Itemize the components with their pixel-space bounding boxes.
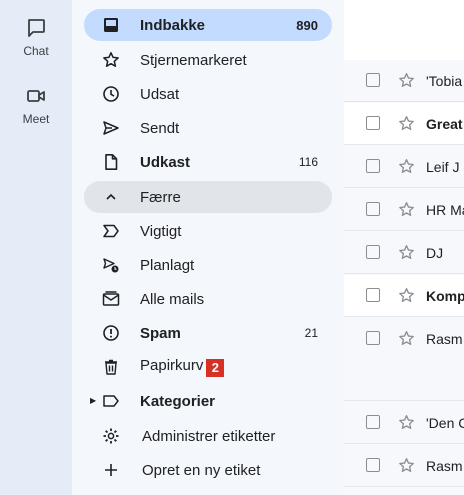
- nav-label: Spam: [140, 324, 181, 342]
- nav-label: Opret en ny etiket: [142, 461, 261, 479]
- star-icon[interactable]: [398, 457, 415, 474]
- message-sender: Leif J: [426, 158, 460, 175]
- message-row[interactable]: Komp: [344, 275, 464, 317]
- important-icon: [103, 224, 119, 238]
- send-icon: [103, 121, 119, 135]
- nav-label: Indbakke: [140, 16, 206, 34]
- nav-item-snoozed[interactable]: Udsat: [84, 78, 332, 110]
- nav-count: 21: [304, 326, 318, 340]
- rail-chat[interactable]: Chat: [0, 16, 72, 58]
- inbox-icon: [104, 18, 118, 32]
- message-sender: 'Den C: [426, 414, 464, 431]
- message-row[interactable]: Rasm: [344, 318, 464, 401]
- nav-label: Vigtigt: [140, 222, 182, 240]
- nav-count: 890: [296, 17, 318, 33]
- select-checkbox[interactable]: [366, 331, 380, 345]
- nav-item-create-label[interactable]: Opret en ny etiket: [84, 454, 332, 486]
- nav-item-all-mail[interactable]: Alle mails: [84, 283, 332, 315]
- trash-count-badge: 2: [206, 359, 225, 377]
- message-row[interactable]: DJ: [344, 232, 464, 274]
- trash-icon: [105, 359, 117, 375]
- nav-count: 116: [298, 155, 318, 169]
- list-header-area: [344, 0, 464, 60]
- expand-caret-icon[interactable]: ▶: [90, 396, 96, 405]
- folder-nav: Indbakke 890 Stjernemarkeret Udsat Sendt…: [72, 0, 344, 495]
- nav-item-important[interactable]: Vigtigt: [84, 215, 332, 247]
- star-icon[interactable]: [398, 115, 415, 132]
- nav-item-starred[interactable]: Stjernemarkeret: [84, 44, 332, 76]
- spam-icon: [103, 325, 119, 341]
- message-sender: Komp: [426, 287, 464, 304]
- select-checkbox[interactable]: [366, 73, 380, 87]
- rail-chat-label: Chat: [23, 44, 49, 58]
- message-sender: 'Tobia: [426, 72, 463, 89]
- all-mail-icon: [102, 291, 120, 306]
- label-icon: [103, 395, 119, 407]
- nav-item-less[interactable]: Færre: [84, 181, 332, 213]
- message-sender: DJ: [426, 244, 444, 261]
- nav-item-inbox[interactable]: Indbakke 890: [84, 9, 332, 41]
- nav-item-drafts[interactable]: Udkast 116: [84, 146, 332, 178]
- message-row[interactable]: 'Tobia: [344, 60, 464, 102]
- select-checkbox[interactable]: [366, 202, 380, 216]
- nav-item-scheduled[interactable]: Planlagt: [84, 249, 332, 281]
- video-icon: [27, 90, 45, 102]
- app-rail: Chat Meet: [0, 0, 72, 495]
- star-icon[interactable]: [398, 158, 415, 175]
- select-checkbox[interactable]: [366, 245, 380, 259]
- scheduled-icon: [103, 258, 119, 273]
- nav-label: Sendt: [140, 119, 180, 137]
- plus-icon: [105, 464, 117, 476]
- message-sender: HR Ma: [426, 201, 464, 218]
- nav-item-trash[interactable]: Papirkurv 2: [84, 351, 332, 383]
- message-row[interactable]: HR Ma: [344, 189, 464, 231]
- message-sender: Rasm: [426, 331, 463, 347]
- star-icon[interactable]: [398, 414, 415, 431]
- nav-item-spam[interactable]: Spam 21: [84, 317, 332, 349]
- chat-icon: [28, 19, 45, 37]
- draft-icon: [105, 154, 118, 170]
- message-row[interactable]: 'Den C: [344, 402, 464, 444]
- chevron-up-icon: [106, 193, 116, 200]
- nav-item-categories[interactable]: ▶ Kategorier: [84, 385, 332, 417]
- message-row[interactable]: Great: [344, 103, 464, 145]
- star-icon[interactable]: [398, 201, 415, 218]
- select-checkbox[interactable]: [366, 288, 380, 302]
- nav-label: Planlagt: [140, 256, 195, 274]
- message-list: 'Tobia Great Leif J HR Ma DJ Komp Rasm '…: [344, 0, 464, 495]
- message-sender: Great: [426, 115, 463, 132]
- nav-item-manage-labels[interactable]: Administrer etiketter: [84, 420, 332, 452]
- nav-label: Papirkurv 2: [140, 357, 225, 377]
- nav-label: Stjernemarkeret: [140, 51, 247, 69]
- nav-label: Udkast: [140, 153, 191, 171]
- rail-meet-label: Meet: [22, 112, 50, 126]
- star-icon[interactable]: [398, 244, 415, 261]
- nav-label: Kategorier: [140, 392, 216, 410]
- message-row[interactable]: Leif J: [344, 146, 464, 188]
- nav-label: Administrer etiketter: [142, 427, 276, 445]
- star-icon[interactable]: [398, 72, 415, 89]
- nav-label: Færre: [140, 188, 181, 206]
- star-icon[interactable]: [398, 287, 415, 304]
- select-checkbox[interactable]: [366, 415, 380, 429]
- rail-meet[interactable]: Meet: [0, 84, 72, 126]
- clock-icon: [103, 86, 119, 102]
- star-icon[interactable]: [398, 330, 415, 347]
- gear-icon: [103, 428, 119, 444]
- star-icon: [103, 52, 119, 67]
- select-checkbox[interactable]: [366, 116, 380, 130]
- message-sender: Rasm: [426, 457, 463, 474]
- select-checkbox[interactable]: [366, 159, 380, 173]
- nav-label: Alle mails: [140, 290, 205, 308]
- select-checkbox[interactable]: [366, 458, 380, 472]
- nav-item-sent[interactable]: Sendt: [84, 112, 332, 144]
- message-row[interactable]: Rasm: [344, 445, 464, 487]
- nav-label: Udsat: [140, 85, 180, 103]
- nav-label-text: Papirkurv: [140, 357, 204, 374]
